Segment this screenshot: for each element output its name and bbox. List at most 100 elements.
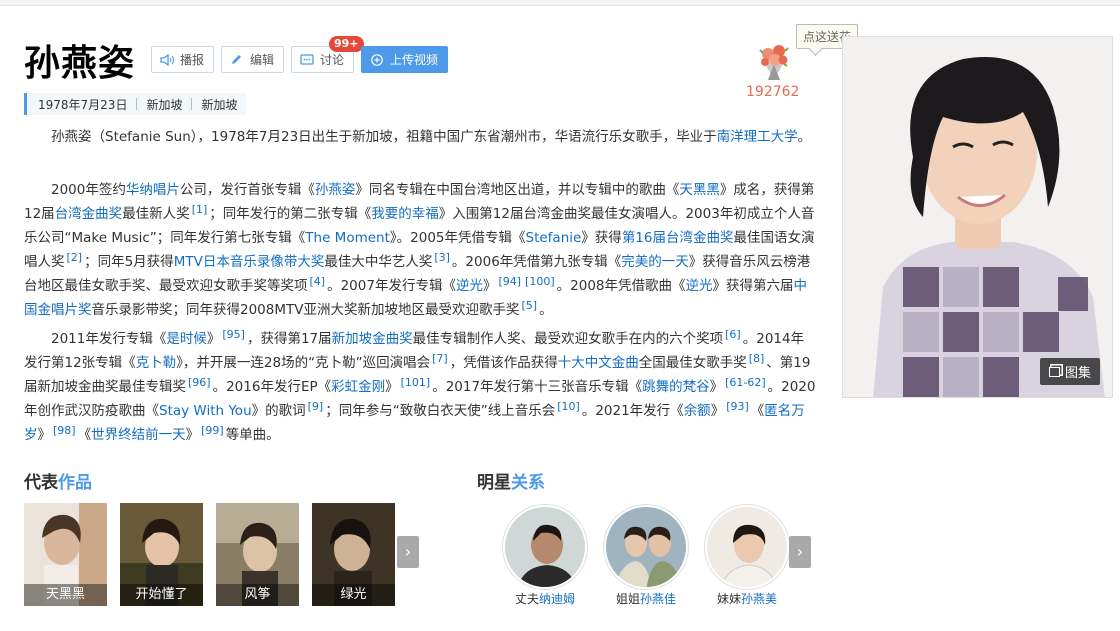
- inline-link[interactable]: 十大中文金曲: [558, 355, 639, 371]
- work-item[interactable]: 绿光: [312, 503, 395, 606]
- work-title: 风筝: [216, 584, 299, 606]
- relation-label[interactable]: 妹妹孙燕美: [697, 590, 797, 607]
- upload-video-button[interactable]: 上传视频: [361, 46, 449, 73]
- avatar-image: [707, 507, 787, 587]
- relation-label[interactable]: 姐姐孙燕佳: [596, 590, 696, 607]
- citation-ref[interactable]: [94]: [498, 275, 521, 288]
- citation-ref[interactable]: [61-62]: [725, 376, 766, 389]
- edit-label: 编辑: [250, 53, 275, 67]
- text-run: ；同年参与“致敬白衣天使”线上音乐会: [325, 403, 556, 419]
- inline-link[interactable]: 第16届台湾金曲奖: [622, 230, 734, 246]
- chevron-right-icon: ›: [404, 542, 412, 561]
- citation-ref[interactable]: [6]: [725, 328, 741, 341]
- text-run: 。2008年凭借歌曲《: [556, 278, 686, 294]
- inline-link[interactable]: 我要的幸福: [371, 206, 439, 222]
- divider: [191, 98, 193, 110]
- text-run: 。: [797, 129, 812, 145]
- gallery-button[interactable]: 图集: [1039, 358, 1100, 385]
- inline-link[interactable]: 孙燕姿: [315, 182, 356, 198]
- citation-ref[interactable]: [8]: [749, 352, 765, 365]
- discuss-label: 讨论: [320, 53, 345, 67]
- inline-link[interactable]: 天黑黑: [679, 182, 720, 198]
- work-title: 天黑黑: [24, 584, 107, 606]
- relation-name-link[interactable]: 孙燕美: [741, 592, 777, 606]
- inline-link[interactable]: 南洋理工大学: [717, 129, 798, 145]
- citation-ref[interactable]: [99]: [201, 424, 224, 437]
- upload-video-label: 上传视频: [390, 53, 439, 67]
- inline-link[interactable]: 华纳唱片: [126, 182, 180, 198]
- inline-link[interactable]: 逆光: [456, 278, 483, 294]
- relation-name-link[interactable]: 孙燕佳: [640, 592, 676, 606]
- inline-link[interactable]: 跳舞的梵谷: [642, 379, 710, 395]
- edit-button[interactable]: 编辑: [221, 46, 285, 73]
- text-run: 》。2005年凭借专辑《: [389, 230, 526, 246]
- citation-ref[interactable]: [2]: [67, 251, 83, 264]
- inline-link[interactable]: 克卜勒: [136, 355, 177, 371]
- summary-paragraph-2: 2000年签约华纳唱片公司，发行首张专辑《孙燕姿》同名专辑在中国台湾地区出道，并…: [24, 178, 817, 322]
- discuss-count-badge: 99+: [329, 36, 364, 52]
- citation-ref[interactable]: [7]: [432, 352, 448, 365]
- citation-ref[interactable]: [101]: [401, 376, 431, 389]
- chevron-right-icon: ›: [796, 542, 804, 561]
- text-run: 》同名专辑在中国台湾地区出道，并以专辑中的歌曲《: [355, 182, 680, 198]
- broadcast-button[interactable]: 播报: [151, 46, 215, 73]
- basic-info-line: 1978年7月23日 新加坡 新加坡: [24, 93, 247, 115]
- work-item[interactable]: 开始懂了: [120, 503, 203, 606]
- pencil-icon: [232, 54, 241, 64]
- relation-name-link[interactable]: 纳迪姆: [539, 592, 575, 606]
- relation-avatar[interactable]: [705, 505, 789, 589]
- plus-circle-icon: [371, 53, 383, 66]
- citation-ref[interactable]: [5]: [522, 299, 538, 312]
- inline-link[interactable]: 世界终结前一天: [91, 427, 186, 443]
- inline-link[interactable]: Stefanie: [526, 230, 582, 246]
- inline-link[interactable]: 完美的一天: [621, 254, 689, 270]
- summary-paragraph-1: 孙燕姿（Stefanie Sun），1978年7月23日出生于新加坡，祖籍中国广…: [24, 125, 817, 149]
- flower-bouquet-icon[interactable]: [754, 40, 794, 82]
- citation-ref[interactable]: [1]: [192, 203, 208, 216]
- works-heading-highlight: 作品: [58, 473, 92, 493]
- inline-link[interactable]: 是时候: [166, 331, 207, 347]
- text-run: 》: [482, 278, 497, 294]
- inline-link[interactable]: 台湾金曲奖: [55, 206, 123, 222]
- citation-ref[interactable]: [100]: [525, 275, 555, 288]
- relation-type: 姐姐: [615, 592, 640, 606]
- text-run: 《: [77, 427, 92, 443]
- inline-link[interactable]: 新加坡金曲奖: [332, 331, 413, 347]
- relations-next-button[interactable]: ›: [789, 536, 811, 568]
- avatar-image: [606, 507, 686, 587]
- relation-avatar[interactable]: [604, 505, 688, 589]
- text-run: 。2007年发行专辑《: [327, 278, 456, 294]
- citation-ref[interactable]: [96]: [188, 376, 211, 389]
- citation-ref[interactable]: [98]: [53, 424, 76, 437]
- text-run: 》: [709, 379, 724, 395]
- text-run: ，获得第17届: [246, 331, 332, 347]
- text-run: 等单曲。: [225, 427, 280, 443]
- inline-link[interactable]: Stay With You: [159, 403, 252, 419]
- text-run: ，凭借该作品获得: [449, 355, 558, 371]
- inline-link[interactable]: 余额: [684, 403, 711, 419]
- citation-ref[interactable]: [95]: [222, 328, 245, 341]
- citation-ref[interactable]: [4]: [310, 275, 326, 288]
- citation-ref[interactable]: [93]: [726, 400, 749, 413]
- inline-link[interactable]: MTV日本音乐录像带大奖: [174, 254, 325, 270]
- inline-link[interactable]: The Moment: [305, 230, 390, 246]
- text-run: ；同年发行的第二张专辑《: [209, 206, 372, 222]
- inline-link[interactable]: 逆光: [686, 278, 713, 294]
- inline-link[interactable]: 彩虹金刚: [331, 379, 385, 395]
- text-run: 》获得第六届: [712, 278, 794, 294]
- text-run: 孙燕姿（Stefanie Sun），1978年7月23日出生于新加坡，祖籍中国广…: [51, 129, 717, 145]
- work-item[interactable]: 天黑黑: [24, 503, 107, 606]
- chat-icon: [300, 53, 314, 65]
- relation-label[interactable]: 丈夫纳迪姆: [495, 590, 595, 607]
- citation-ref[interactable]: [9]: [308, 400, 324, 413]
- portrait-photo[interactable]: 图集: [842, 36, 1113, 398]
- work-title: 绿光: [312, 584, 395, 606]
- works-heading: 代表作品: [24, 468, 92, 493]
- text-run: 》: [185, 427, 200, 443]
- page-title: 孙燕姿: [24, 43, 136, 84]
- work-item[interactable]: 风筝: [216, 503, 299, 606]
- relation-avatar[interactable]: [503, 505, 587, 589]
- citation-ref[interactable]: [3]: [434, 251, 450, 264]
- citation-ref[interactable]: [10]: [557, 400, 580, 413]
- works-next-button[interactable]: ›: [397, 536, 419, 568]
